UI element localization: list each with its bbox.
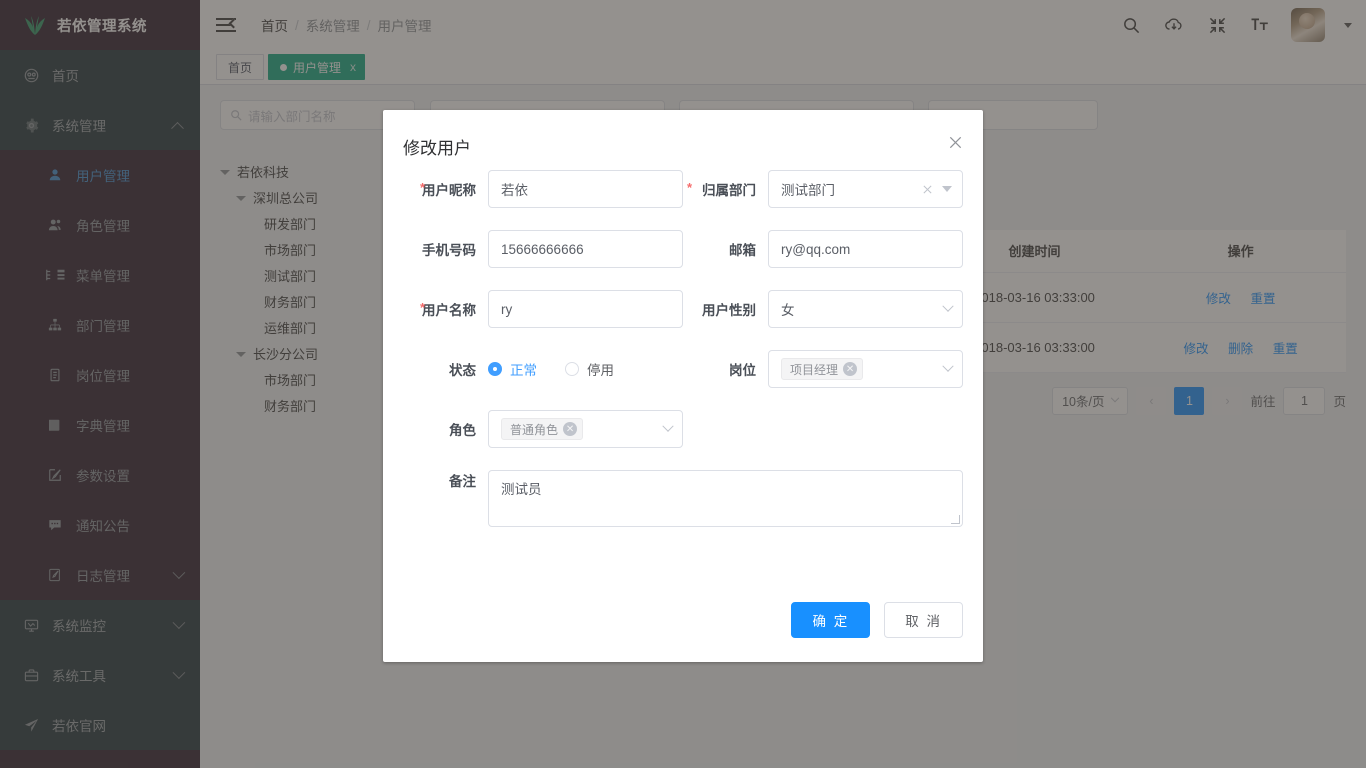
- form-row-2: 手机号码 15666666666 邮箱 ry@qq.com: [403, 230, 963, 268]
- email-input[interactable]: ry@qq.com: [768, 230, 963, 268]
- resize-grip-icon[interactable]: [951, 515, 960, 524]
- chevron-down-icon: [942, 360, 954, 373]
- role-select[interactable]: 普通角色 ✕: [488, 410, 683, 448]
- label-remark: 备注: [449, 474, 476, 489]
- status-radio-disabled[interactable]: 停用: [565, 359, 614, 379]
- remark-value: 测试员: [501, 482, 542, 497]
- form-row-3: 用户名称 ry 用户性别 女: [403, 290, 963, 328]
- post-tags: 项目经理 ✕: [781, 358, 938, 380]
- field-username: 用户名称 ry: [403, 290, 683, 328]
- post-select[interactable]: 项目经理 ✕: [768, 350, 963, 388]
- label-dept: 归属部门: [683, 179, 768, 199]
- status-option-label: 正常: [510, 363, 537, 378]
- username-input[interactable]: ry: [488, 290, 683, 328]
- close-icon[interactable]: [947, 134, 965, 152]
- label-nickname: 用户昵称: [403, 179, 488, 199]
- label-gender: 用户性别: [702, 303, 756, 318]
- cancel-button[interactable]: 取 消: [884, 602, 963, 638]
- gender-value: 女: [781, 303, 795, 318]
- role-tags: 普通角色 ✕: [501, 418, 658, 440]
- dialog-body: 用户昵称 若依 归属部门 测试部门: [383, 170, 983, 527]
- status-radio-group: 正常 停用: [488, 350, 683, 388]
- phone-input[interactable]: 15666666666: [488, 230, 683, 268]
- radio-dot-icon: [488, 362, 502, 376]
- edit-user-dialog: 修改用户 用户昵称 若依 归属部门: [383, 110, 983, 662]
- field-phone: 手机号码 15666666666: [403, 230, 683, 268]
- form-row-5: 角色 普通角色 ✕: [403, 410, 963, 448]
- email-value: ry@qq.com: [781, 241, 851, 257]
- tag-label: 普通角色: [510, 422, 559, 437]
- app-root: 若依管理系统 首页 系统管理: [0, 0, 1366, 768]
- label-username: 用户名称: [403, 299, 488, 319]
- label-status: 状态: [449, 363, 476, 378]
- form-row-1: 用户昵称 若依 归属部门 测试部门: [403, 170, 963, 208]
- dept-select[interactable]: 测试部门: [768, 170, 963, 208]
- nickname-input[interactable]: 若依: [488, 170, 683, 208]
- field-nickname: 用户昵称 若依: [403, 170, 683, 208]
- radio-dot-icon: [565, 362, 579, 376]
- tag-label: 项目经理: [790, 362, 839, 377]
- confirm-button[interactable]: 确 定: [791, 602, 871, 638]
- dialog-header: 修改用户: [383, 110, 983, 170]
- label-email: 邮箱: [729, 243, 756, 258]
- chevron-down-icon: [662, 420, 674, 433]
- tag-chip: 项目经理 ✕: [781, 358, 864, 380]
- caret-down-icon[interactable]: [942, 186, 952, 192]
- tag-chip: 普通角色 ✕: [501, 418, 584, 440]
- dialog-title: 修改用户: [403, 139, 471, 158]
- label-role: 角色: [449, 423, 476, 438]
- dept-value: 测试部门: [781, 183, 835, 198]
- field-post: 岗位 项目经理 ✕: [683, 350, 963, 388]
- field-status: 状态 正常 停用: [403, 350, 683, 388]
- phone-value: 15666666666: [501, 241, 584, 257]
- gender-select[interactable]: 女: [768, 290, 963, 328]
- label-post: 岗位: [729, 363, 756, 378]
- field-email: 邮箱 ry@qq.com: [683, 230, 963, 268]
- username-value: ry: [501, 301, 513, 317]
- tag-close-icon[interactable]: ✕: [843, 362, 858, 376]
- nickname-value: 若依: [501, 183, 528, 198]
- clear-icon[interactable]: [922, 184, 933, 195]
- label-phone: 手机号码: [422, 243, 476, 258]
- field-role: 角色 普通角色 ✕: [403, 410, 683, 448]
- field-remark: 备注 测试员: [403, 470, 963, 527]
- form-row-6: 备注 测试员: [403, 470, 963, 527]
- tag-close-icon[interactable]: ✕: [563, 422, 578, 436]
- chevron-down-icon: [942, 300, 954, 313]
- field-gender: 用户性别 女: [683, 290, 963, 328]
- dialog-footer: 确 定 取 消: [791, 602, 963, 638]
- status-option-label: 停用: [587, 363, 614, 378]
- status-radio-normal[interactable]: 正常: [488, 359, 537, 379]
- remark-textarea[interactable]: 测试员: [488, 470, 963, 527]
- form-row-4: 状态 正常 停用 岗位 项目经理 ✕: [403, 350, 963, 388]
- field-dept: 归属部门 测试部门: [683, 170, 963, 208]
- field-role-spacer: [683, 410, 963, 448]
